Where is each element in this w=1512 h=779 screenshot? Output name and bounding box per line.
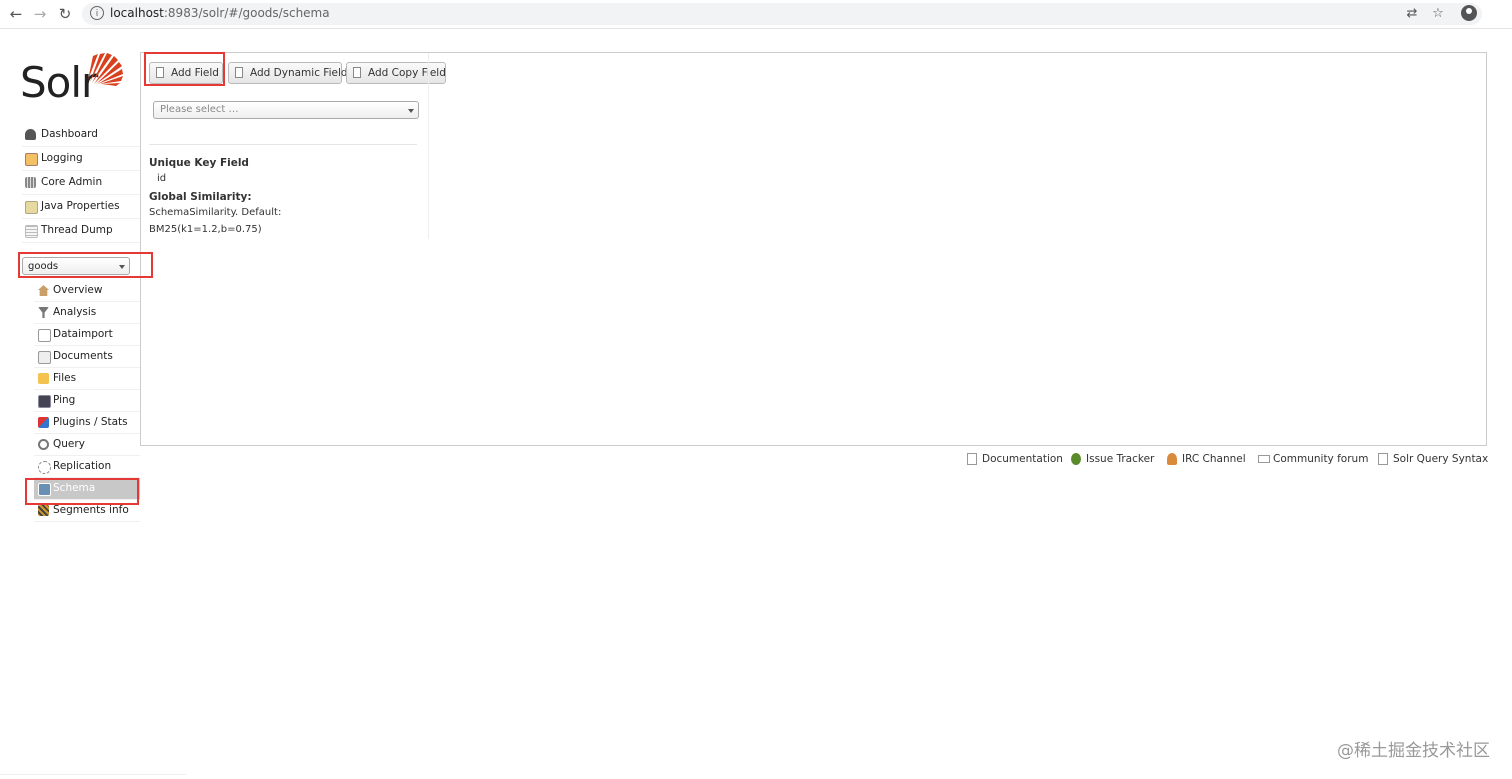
replication-icon [38, 461, 51, 474]
bookmark-star-icon[interactable]: ☆ [1428, 4, 1448, 24]
add-dynamic-field-icon [235, 67, 243, 78]
chevron-down-icon [408, 109, 414, 113]
url-text[interactable]: localhost:8983/solr/#/goods/schema [110, 6, 330, 20]
thread-dump-icon [25, 225, 38, 238]
reload-icon[interactable]: ↻ [55, 4, 75, 24]
horizontal-scrollbar[interactable] [0, 774, 186, 779]
unique-key-label: Unique Key Field [149, 157, 249, 169]
document-icon [967, 453, 977, 465]
mail-icon [1258, 455, 1270, 463]
add-field-icon [156, 67, 164, 78]
watermark: @稀土掘金技术社区 [1337, 741, 1490, 761]
global-similarity-value: SchemaSimilarity. Default: [149, 207, 282, 218]
sidebar-item-thread-dump[interactable]: Thread Dump [22, 219, 140, 243]
core-item-ping[interactable]: Ping [34, 390, 140, 412]
add-copy-field-icon [353, 67, 361, 78]
core-item-plugins-stats[interactable]: Plugins / Stats [34, 412, 140, 434]
global-similarity-label: Global Similarity: [149, 191, 252, 203]
forward-icon[interactable]: → [30, 4, 50, 24]
core-menu: Overview Analysis Dataimport Documents F… [34, 280, 140, 522]
back-icon[interactable]: ← [6, 4, 26, 24]
browser-toolbar: ← → ↻ i localhost:8983/solr/#/goods/sche… [0, 0, 1512, 29]
core-selector[interactable]: goods [22, 257, 130, 275]
add-dynamic-field-button[interactable]: Add Dynamic Field [228, 62, 348, 84]
global-similarity-value-2: BM25(k1=1.2,b=0.75) [149, 224, 262, 235]
core-selector-value: goods [28, 261, 59, 272]
core-item-overview[interactable]: Overview [34, 280, 140, 302]
site-info-icon[interactable]: i [90, 6, 104, 20]
home-icon [38, 285, 49, 296]
solr-logo[interactable]: Solr [20, 52, 130, 106]
sidebar-item-logging[interactable]: Logging [22, 147, 140, 171]
document-icon [1378, 453, 1388, 465]
schema-panel: Add Field Add Dynamic Field Add Copy Fie… [140, 52, 1487, 446]
divider [149, 144, 417, 145]
address-bar[interactable]: i localhost:8983/solr/#/goods/schema [82, 3, 1482, 25]
search-icon [38, 439, 49, 450]
field-select-placeholder: Please select … [160, 104, 239, 115]
sidebar-menu: Dashboard Logging Core Admin Java Proper… [22, 123, 140, 243]
profile-avatar-icon[interactable] [1461, 5, 1477, 21]
core-item-analysis[interactable]: Analysis [34, 302, 140, 324]
solr-sun-icon [88, 53, 123, 86]
folder-icon [38, 373, 49, 384]
core-item-dataimport[interactable]: Dataimport [34, 324, 140, 346]
segments-icon [38, 505, 49, 516]
core-item-documents[interactable]: Documents [34, 346, 140, 368]
funnel-icon [38, 307, 49, 318]
irc-icon [1167, 453, 1177, 465]
add-field-button[interactable]: Add Field [149, 62, 223, 84]
dashboard-icon [25, 129, 36, 140]
chevron-down-icon [119, 265, 125, 269]
plugins-icon [38, 417, 49, 428]
sidebar-item-dashboard[interactable]: Dashboard [22, 123, 140, 147]
core-item-segments-info[interactable]: Segments info [34, 500, 140, 522]
schema-icon [38, 483, 51, 496]
bug-icon [1071, 453, 1081, 465]
add-copy-field-button[interactable]: Add Copy Field [346, 62, 446, 84]
unique-key-value: id [157, 173, 167, 184]
translate-icon[interactable]: ⇄ [1402, 4, 1422, 24]
sidebar-item-java-properties[interactable]: Java Properties [22, 195, 140, 219]
core-item-replication[interactable]: Replication [34, 456, 140, 478]
ping-icon [38, 395, 51, 408]
import-icon [38, 329, 51, 342]
logging-icon [25, 153, 38, 166]
field-select[interactable]: Please select … [153, 101, 419, 119]
java-icon [25, 201, 38, 214]
sidebar-item-core-admin[interactable]: Core Admin [22, 171, 140, 195]
divider [428, 53, 429, 239]
core-item-schema[interactable]: Schema [34, 478, 140, 500]
core-admin-icon [25, 177, 36, 188]
core-item-files[interactable]: Files [34, 368, 140, 390]
documents-icon [38, 351, 51, 364]
core-item-query[interactable]: Query [34, 434, 140, 456]
